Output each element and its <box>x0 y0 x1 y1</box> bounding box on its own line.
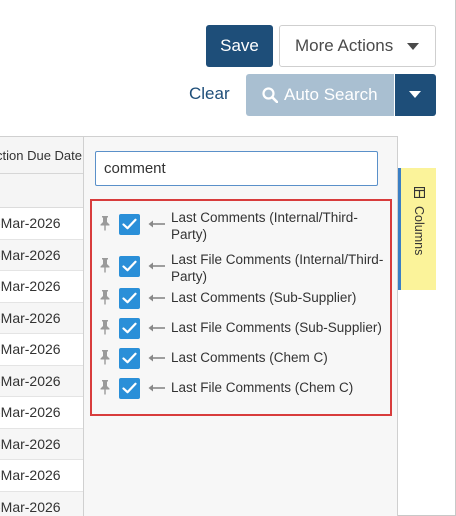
table-row[interactable]: -Mar-2026 <box>0 208 83 240</box>
pin-icon[interactable] <box>98 289 112 305</box>
tab-columns[interactable]: Columns <box>398 168 436 290</box>
column-list-item[interactable]: Last File Comments (Sub-Supplier) <box>92 316 390 340</box>
column-list-item[interactable]: Last Comments (Chem C) <box>92 346 390 370</box>
table-row[interactable]: -Mar-2026 <box>0 302 83 334</box>
pin-icon[interactable] <box>98 319 112 335</box>
save-button[interactable]: Save <box>206 25 273 67</box>
column-header-action-due-date[interactable]: ction Due Date <box>0 137 83 174</box>
column-list-item[interactable]: Last File Comments (Chem C) <box>92 376 390 400</box>
column-checkbox[interactable] <box>119 318 140 339</box>
column-filter-row <box>0 174 83 208</box>
column-list: Last Comments (Internal/Third-Party) Last… <box>90 199 392 416</box>
arrow-left-icon <box>148 324 165 332</box>
table-row[interactable]: -Mar-2026 <box>0 428 83 460</box>
column-checkbox[interactable] <box>119 256 140 277</box>
auto-search-dropdown-button[interactable] <box>395 74 436 116</box>
table-row[interactable]: -Mar-2026 <box>0 365 83 397</box>
pin-icon[interactable] <box>98 349 112 365</box>
more-actions-label: More Actions <box>295 36 394 55</box>
arrow-left-icon <box>148 384 165 392</box>
table-row[interactable]: -Mar-2026 <box>0 491 83 516</box>
column-item-label: Last Comments (Internal/Third-Party) <box>171 210 358 242</box>
column-checkbox[interactable] <box>119 348 140 369</box>
pin-icon[interactable] <box>98 379 112 395</box>
table-row[interactable]: -Mar-2026 <box>0 397 83 429</box>
column-item-label: Last File Comments (Sub-Supplier) <box>171 320 382 335</box>
arrow-left-icon <box>148 262 165 270</box>
check-icon <box>122 260 137 272</box>
table-row[interactable]: -Mar-2026 <box>0 334 83 366</box>
columns-icon <box>414 187 425 198</box>
pin-icon[interactable] <box>98 257 112 273</box>
column-item-label: Last Comments (Chem C) <box>171 350 328 365</box>
column-checkbox[interactable] <box>119 288 140 309</box>
table-row[interactable]: -Mar-2026 <box>0 271 83 303</box>
more-actions-button[interactable]: More Actions <box>279 25 436 67</box>
data-grid: ction Due Date -Mar-2026 -Mar-2026 -Mar-20… <box>0 136 84 516</box>
column-list-item[interactable]: Last File Comments (Internal/Third-Party… <box>92 251 390 287</box>
clear-link[interactable]: Clear <box>189 84 230 104</box>
auto-search-button[interactable]: Auto Search <box>246 74 394 116</box>
arrow-left-icon <box>148 294 165 302</box>
column-item-label: Last File Comments (Chem C) <box>171 380 354 395</box>
check-icon <box>122 322 137 334</box>
chevron-down-icon <box>407 43 419 50</box>
arrow-left-icon <box>148 220 165 228</box>
column-checkbox[interactable] <box>119 378 140 399</box>
column-search-input[interactable] <box>95 151 378 186</box>
column-list-item[interactable]: Last Comments (Internal/Third-Party) <box>92 209 390 245</box>
tab-columns-label: Columns <box>412 206 426 256</box>
column-item-label: Last File Comments (Internal/Third-Party… <box>171 252 384 284</box>
auto-search-label: Auto Search <box>284 85 378 104</box>
check-icon <box>122 292 137 304</box>
columns-panel: Last Comments (Internal/Third-Party) Last… <box>84 136 398 516</box>
column-item-label: Last Comments (Sub-Supplier) <box>171 290 357 305</box>
search-icon <box>262 87 278 103</box>
table-row[interactable]: -Mar-2026 <box>0 460 83 492</box>
column-list-item[interactable]: Last Comments (Sub-Supplier) <box>92 286 390 310</box>
caret-down-icon <box>409 91 421 98</box>
check-icon <box>122 352 137 364</box>
check-icon <box>122 382 137 394</box>
table-row[interactable]: -Mar-2026 <box>0 239 83 271</box>
arrow-left-icon <box>148 354 165 362</box>
check-icon <box>122 218 137 230</box>
column-checkbox[interactable] <box>119 214 140 235</box>
pin-icon[interactable] <box>98 215 112 231</box>
